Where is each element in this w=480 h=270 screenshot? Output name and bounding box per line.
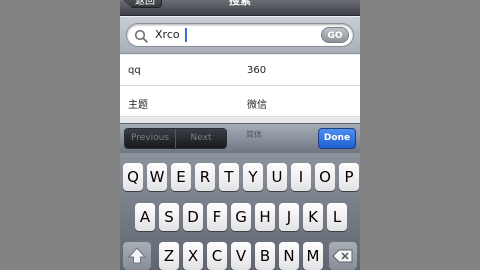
previous-button[interactable]: Previous (125, 129, 175, 148)
search-bar: GO (120, 17, 360, 54)
key-g[interactable]: G (231, 203, 251, 231)
list-row: qq 360 (120, 55, 360, 86)
key-k[interactable]: K (303, 203, 323, 231)
suggestion-item[interactable]: 360 (247, 65, 266, 76)
key-a[interactable]: A (135, 203, 155, 231)
search-icon (134, 29, 148, 43)
input-mode-label: 简体 (246, 130, 262, 139)
key-b[interactable]: B (255, 242, 275, 270)
shift-icon (127, 247, 147, 264)
key-t[interactable]: T (219, 163, 239, 191)
key-n[interactable]: N (279, 242, 299, 270)
suggestion-item[interactable]: 主题 (128, 96, 148, 111)
phone-screen: 返回 搜索 GO qq 360 主题 微信 Previous Next 简体 (120, 0, 360, 270)
key-s[interactable]: S (159, 203, 179, 231)
shift-key[interactable] (123, 242, 151, 270)
key-d[interactable]: D (183, 203, 203, 231)
key-v[interactable]: V (231, 242, 251, 270)
key-h[interactable]: H (255, 203, 275, 231)
text-caret (185, 28, 187, 42)
key-y[interactable]: Y (243, 163, 263, 191)
navigation-bar: 返回 搜索 (120, 0, 360, 16)
key-e[interactable]: E (171, 163, 191, 191)
key-j[interactable]: J (279, 203, 299, 231)
key-q[interactable]: Q (123, 163, 143, 191)
go-button[interactable]: GO (321, 27, 349, 43)
search-field[interactable]: GO (126, 23, 354, 47)
delete-icon (332, 249, 353, 263)
key-u[interactable]: U (267, 163, 287, 191)
input-accessory-toolbar: Previous Next 简体 Done (120, 123, 360, 153)
nav-title: 搜索 (229, 0, 251, 7)
done-button[interactable]: Done (318, 128, 356, 149)
list-row: 主题 微信 (120, 86, 360, 117)
key-f[interactable]: F (207, 203, 227, 231)
key-x[interactable]: X (183, 242, 203, 270)
suggestion-item[interactable]: qq (128, 65, 141, 76)
suggestion-list: qq 360 主题 微信 (120, 55, 360, 117)
delete-key[interactable] (329, 242, 357, 270)
key-p[interactable]: P (339, 163, 359, 191)
key-i[interactable]: I (291, 163, 311, 191)
key-w[interactable]: W (147, 163, 167, 191)
key-r[interactable]: R (195, 163, 215, 191)
key-o[interactable]: O (315, 163, 335, 191)
prev-next-segmented-control: Previous Next (124, 128, 227, 149)
key-m[interactable]: M (303, 242, 323, 270)
next-button[interactable]: Next (175, 129, 226, 148)
key-z[interactable]: Z (159, 242, 179, 270)
key-l[interactable]: L (327, 203, 347, 231)
search-input[interactable] (155, 27, 305, 43)
suggestion-item[interactable]: 微信 (247, 96, 267, 111)
keyboard: Q W E R T Y U I O P A S D F G H J K L Z … (120, 153, 360, 270)
key-c[interactable]: C (207, 242, 227, 270)
